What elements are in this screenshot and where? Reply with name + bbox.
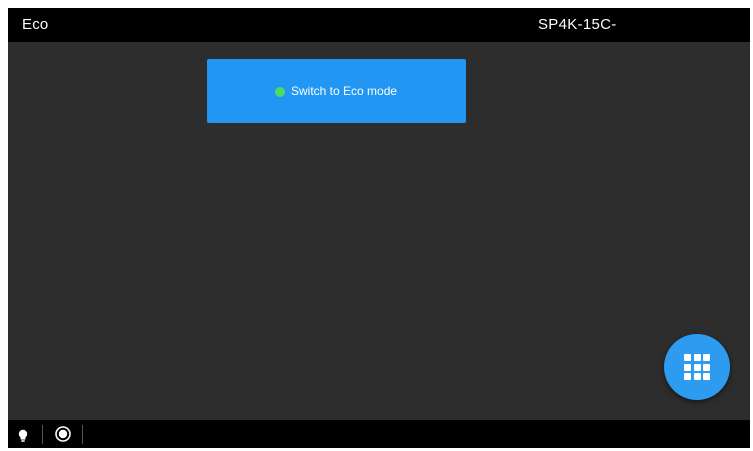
footer-divider	[42, 425, 43, 444]
device-name: SP4K-15C-	[538, 16, 617, 33]
footer-bar	[8, 420, 750, 448]
apps-grid-icon	[684, 354, 710, 380]
header-bar: Eco SP4K-15C-	[8, 8, 750, 42]
status-indicator-dot	[275, 87, 285, 97]
record-icon[interactable]	[55, 426, 71, 442]
apps-menu-button[interactable]	[664, 334, 730, 400]
page-title: Eco	[22, 16, 49, 33]
app-screen: Eco SP4K-15C- Switch to Eco mode	[8, 8, 750, 448]
switch-to-eco-mode-button[interactable]: Switch to Eco mode	[207, 59, 466, 123]
lightbulb-icon[interactable]	[17, 429, 29, 443]
footer-divider	[82, 425, 83, 444]
eco-button-label: Switch to Eco mode	[291, 84, 398, 98]
